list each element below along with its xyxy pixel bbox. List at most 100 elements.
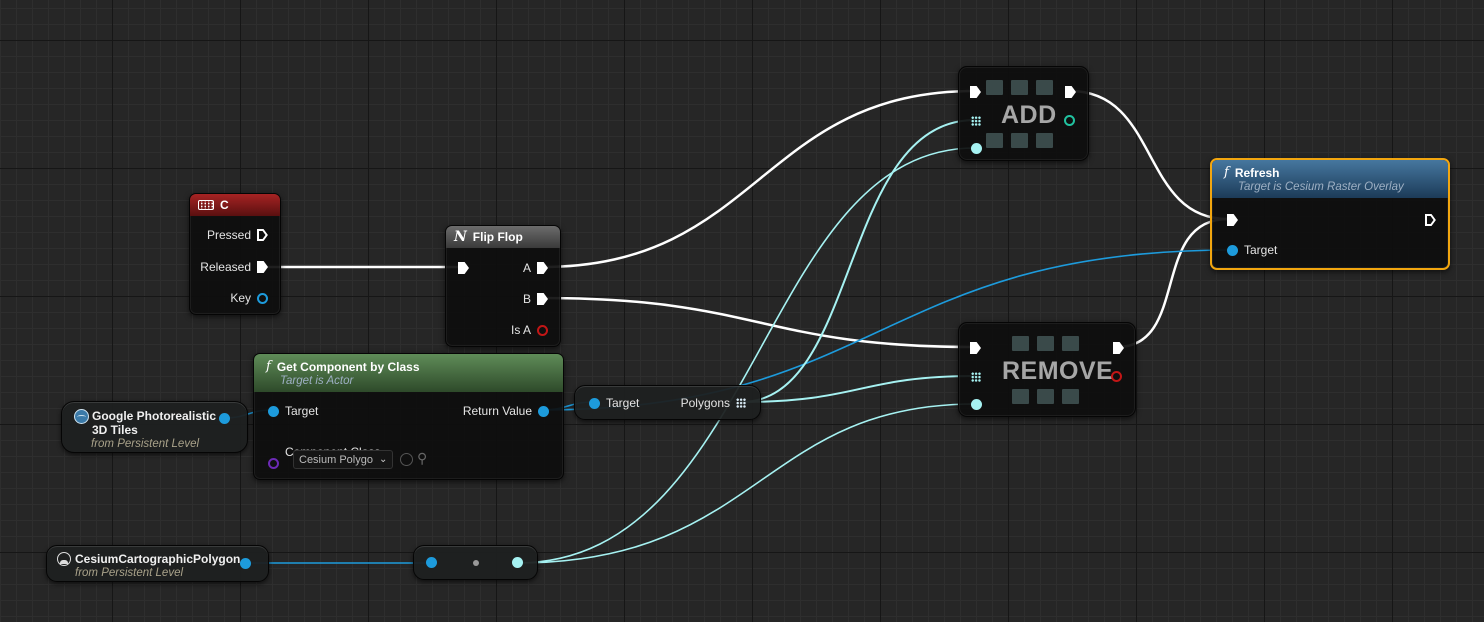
remove-item-in-pin[interactable] [971, 399, 982, 410]
convert-center-dot [473, 560, 479, 566]
b-label: B [522, 292, 531, 306]
key-struct-pin[interactable] [257, 292, 268, 304]
add-index-out-pin[interactable] [1064, 115, 1075, 126]
node-title: Flip Flop [472, 230, 523, 244]
cesium-polygon-variable[interactable]: CesiumCartographicPolygon from Persisten… [46, 545, 269, 582]
refresh-target-pin[interactable] [1227, 244, 1238, 256]
polygons-array-pin[interactable] [736, 398, 746, 408]
refresh-target-label: Target [1244, 243, 1278, 257]
getter-target-pin[interactable] [589, 397, 600, 409]
flipflop-exec-in-row [458, 262, 469, 274]
key-c-event-node[interactable]: C Pressed Released Key [189, 193, 281, 315]
return-value-pin-row: Return Value [463, 404, 549, 418]
flipflop-exec-in-pin[interactable] [458, 262, 469, 274]
remove-bool-out-pin[interactable] [1111, 371, 1122, 382]
node-header: C [190, 194, 280, 216]
function-icon: f [1224, 165, 1229, 180]
a-label: A [522, 261, 531, 275]
b-pin-row: B [523, 292, 548, 306]
component-class-dropdown[interactable]: Cesium Polygo ⌄ [293, 450, 393, 469]
remove-macro-node[interactable]: REMOVE [958, 322, 1136, 417]
return-value-label: Return Value [462, 404, 532, 418]
released-exec-pin[interactable] [257, 261, 268, 273]
refresh-exec-out-pin[interactable] [1425, 214, 1436, 226]
key-pin-row: Key [230, 291, 268, 305]
wire-reroute-to-add-item [516, 147, 976, 564]
polygons-pin-row: Polygons [681, 396, 746, 410]
pressed-exec-pin[interactable] [257, 229, 268, 241]
add-exec-in-pin[interactable] [970, 86, 981, 98]
add-exec-out-pin[interactable] [1065, 86, 1076, 98]
getter-target-row: Target [589, 396, 639, 410]
wire-polygons-to-add-array [740, 119, 976, 403]
convert-to-item-node[interactable] [413, 545, 538, 580]
polygon-output-pin[interactable] [240, 558, 251, 569]
is-a-label: Is A [510, 323, 531, 337]
remove-exec-out-pin[interactable] [1113, 342, 1124, 354]
flipflop-icon: N [454, 229, 467, 245]
keyboard-icon [198, 200, 214, 210]
component-class-value: Cesium Polygo [299, 453, 373, 466]
pressed-pin-row: Pressed [207, 228, 268, 242]
is-a-bool-pin[interactable] [537, 324, 548, 336]
refresh-exec-in-pin[interactable] [1227, 214, 1238, 226]
search-icon[interactable]: ⚲ [417, 450, 427, 467]
wire-flipflop-a-to-add [540, 89, 977, 269]
macro-decoration-top [986, 80, 1053, 95]
a-pin-row: A [523, 261, 548, 275]
node-title: Refresh [1234, 165, 1280, 180]
is-a-pin-row: Is A [511, 323, 548, 337]
refresh-node[interactable]: f Refresh Target is Cesium Raster Overla… [1210, 158, 1450, 270]
node-subtitle: Target is Cesium Raster Overlay [1238, 181, 1404, 193]
macro-decoration-bottom [1012, 389, 1079, 404]
return-value-pin[interactable] [538, 405, 549, 417]
b-exec-pin[interactable] [537, 293, 548, 305]
target-object-pin[interactable] [268, 405, 279, 417]
released-label: Released [200, 260, 251, 274]
pressed-label: Pressed [206, 228, 251, 242]
flip-flop-node[interactable]: N Flip Flop A B Is A [445, 225, 561, 347]
variable-title-line1: Google Photorealistic [92, 409, 217, 423]
macro-title: REMOVE [1002, 357, 1114, 385]
add-macro-node[interactable]: ADD [958, 66, 1089, 161]
wire-reroute-to-remove-item [516, 403, 976, 564]
convert-input-pin[interactable] [426, 557, 437, 568]
variable-subtitle: from Persistent Level [75, 567, 184, 579]
refresh-target-row: Target [1227, 243, 1277, 257]
a-exec-pin[interactable] [537, 262, 548, 274]
node-header: f Refresh Target is Cesium Raster Overla… [1212, 160, 1448, 198]
node-title: C [220, 198, 229, 212]
remove-exec-in-pin[interactable] [970, 342, 981, 354]
node-subtitle: Target is Actor [280, 375, 354, 387]
key-label: Key [230, 291, 251, 305]
macro-title: ADD [1001, 101, 1057, 129]
tiles-output-pin[interactable] [219, 413, 230, 424]
polygons-getter-node[interactable]: Target Polygons [574, 385, 761, 420]
google-3d-tiles-variable[interactable]: Google Photorealistic 3D Tiles from Pers… [61, 401, 248, 453]
polygon-actor-icon [57, 552, 71, 566]
remove-array-in-pin[interactable] [971, 372, 981, 382]
add-item-in-pin[interactable] [971, 143, 982, 154]
node-header: f Get Component by Class Target is Actor [254, 354, 563, 392]
convert-output-pin[interactable] [512, 557, 523, 568]
globe-icon [74, 409, 89, 424]
target-pin-row: Target [268, 404, 318, 418]
node-title: Get Component by Class [276, 359, 420, 374]
function-icon: f [266, 359, 271, 374]
wire-add-to-refresh [1068, 89, 1230, 221]
variable-subtitle: from Persistent Level [91, 438, 200, 450]
wire-flipflop-b-to-remove [540, 296, 977, 349]
node-header: N Flip Flop [446, 226, 560, 248]
use-selected-icon[interactable] [400, 453, 413, 466]
add-array-in-pin[interactable] [971, 116, 981, 126]
target-label: Target [285, 404, 319, 418]
macro-decoration-top [1012, 336, 1079, 351]
chevron-down-icon: ⌄ [378, 454, 388, 465]
macro-decoration-bottom [986, 133, 1053, 148]
polygons-label: Polygons [680, 396, 730, 410]
variable-title: CesiumCartographicPolygon [75, 552, 241, 566]
getter-target-label: Target [606, 396, 640, 410]
component-class-pin[interactable] [268, 458, 279, 469]
get-component-by-class-node[interactable]: f Get Component by Class Target is Actor… [253, 353, 564, 480]
released-pin-row: Released [200, 260, 268, 274]
